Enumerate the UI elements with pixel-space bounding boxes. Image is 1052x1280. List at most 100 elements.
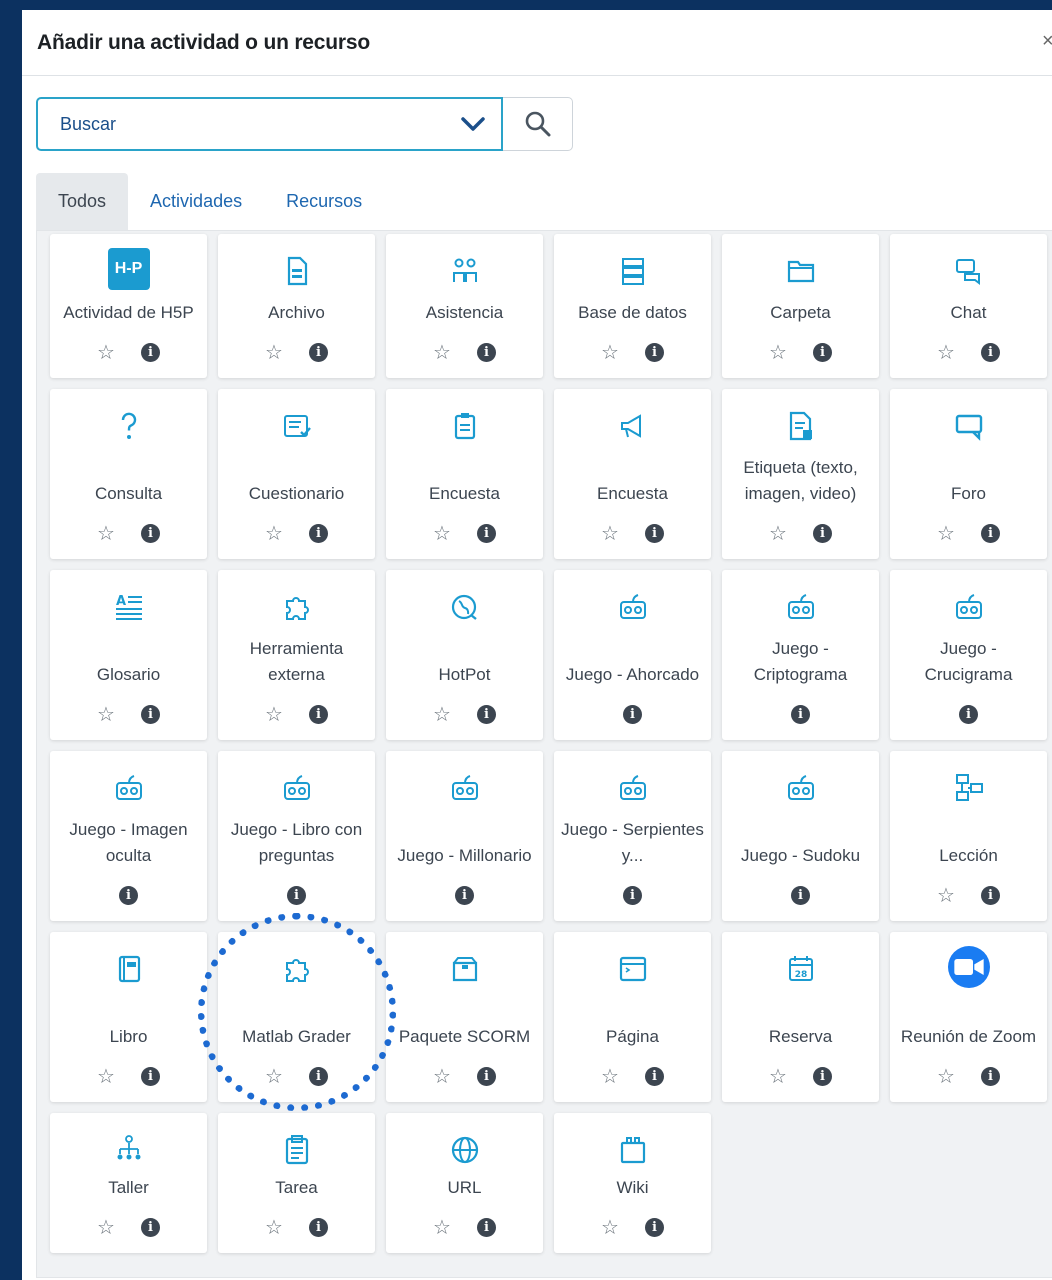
star-icon[interactable]: ☆ bbox=[433, 702, 451, 727]
info-icon[interactable]: i bbox=[140, 342, 160, 362]
info-icon[interactable]: i bbox=[308, 342, 328, 362]
info-icon[interactable]: i bbox=[308, 1217, 328, 1237]
info-icon[interactable]: i bbox=[623, 885, 642, 905]
activity-card[interactable]: Matlab Grader ☆ i bbox=[218, 932, 375, 1102]
star-icon[interactable]: ☆ bbox=[601, 1064, 619, 1089]
activity-card[interactable]: H-P Actividad de H5P ☆ i bbox=[50, 234, 207, 378]
activity-card[interactable]: Chat ☆ i bbox=[890, 234, 1047, 378]
info-icon[interactable]: i bbox=[476, 1066, 496, 1086]
info-icon[interactable]: i bbox=[308, 1066, 328, 1086]
info-icon[interactable]: i bbox=[455, 885, 474, 905]
star-icon[interactable]: ☆ bbox=[601, 1215, 619, 1240]
activity-card[interactable]: Wiki ☆ i bbox=[554, 1113, 711, 1253]
star-icon[interactable]: ☆ bbox=[97, 1064, 115, 1089]
activity-card[interactable]: Juego - Crucigrama i bbox=[890, 570, 1047, 740]
star-icon[interactable]: ☆ bbox=[433, 521, 451, 546]
star-icon[interactable]: ☆ bbox=[937, 883, 955, 908]
star-icon[interactable]: ☆ bbox=[769, 340, 787, 365]
activity-card[interactable]: Juego - Ahorcado i bbox=[554, 570, 711, 740]
chevron-down-icon[interactable] bbox=[460, 114, 486, 134]
star-icon[interactable]: ☆ bbox=[265, 1064, 283, 1089]
star-icon[interactable]: ☆ bbox=[601, 340, 619, 365]
info-icon[interactable]: i bbox=[959, 704, 978, 724]
info-icon[interactable]: i bbox=[644, 1217, 664, 1237]
close-icon[interactable]: × bbox=[1042, 30, 1052, 53]
info-icon[interactable]: i bbox=[791, 704, 810, 724]
info-icon[interactable]: i bbox=[308, 704, 328, 724]
search-button[interactable] bbox=[503, 97, 573, 151]
activity-card[interactable]: URL ☆ i bbox=[386, 1113, 543, 1253]
info-icon[interactable]: i bbox=[980, 885, 1000, 905]
star-icon[interactable]: ☆ bbox=[265, 1215, 283, 1240]
activity-card[interactable]: Paquete SCORM ☆ i bbox=[386, 932, 543, 1102]
star-icon[interactable]: ☆ bbox=[937, 521, 955, 546]
activity-card[interactable]: Reunión de Zoom ☆ i bbox=[890, 932, 1047, 1102]
info-icon[interactable]: i bbox=[476, 523, 496, 543]
info-icon[interactable]: i bbox=[476, 342, 496, 362]
tab-recursos[interactable]: Recursos bbox=[264, 173, 384, 230]
activity-card[interactable]: Cuestionario ☆ i bbox=[218, 389, 375, 559]
activity-card[interactable]: Foro ☆ i bbox=[890, 389, 1047, 559]
info-icon[interactable]: i bbox=[980, 523, 1000, 543]
star-icon[interactable]: ☆ bbox=[265, 340, 283, 365]
activity-card[interactable]: Archivo ☆ i bbox=[218, 234, 375, 378]
star-icon[interactable]: ☆ bbox=[265, 702, 283, 727]
star-icon[interactable]: ☆ bbox=[97, 1215, 115, 1240]
activity-card[interactable]: Juego - Imagen oculta i bbox=[50, 751, 207, 921]
info-icon[interactable]: i bbox=[476, 704, 496, 724]
activity-card[interactable]: Asistencia ☆ i bbox=[386, 234, 543, 378]
activity-card[interactable]: Etiqueta (texto, imagen, video) ☆ i bbox=[722, 389, 879, 559]
activity-card[interactable]: Base de datos ☆ i bbox=[554, 234, 711, 378]
activity-card[interactable]: Juego - Criptograma i bbox=[722, 570, 879, 740]
info-icon[interactable]: i bbox=[119, 885, 138, 905]
star-icon[interactable]: ☆ bbox=[433, 1064, 451, 1089]
star-icon[interactable]: ☆ bbox=[433, 1215, 451, 1240]
activity-card[interactable]: Lección ☆ i bbox=[890, 751, 1047, 921]
activity-card[interactable]: Juego - Millonario i bbox=[386, 751, 543, 921]
info-icon[interactable]: i bbox=[791, 885, 810, 905]
info-icon[interactable]: i bbox=[308, 523, 328, 543]
search-input[interactable]: Buscar bbox=[36, 97, 503, 151]
info-icon[interactable]: i bbox=[644, 1066, 664, 1086]
star-icon[interactable]: ☆ bbox=[937, 1064, 955, 1089]
info-icon[interactable]: i bbox=[140, 1066, 160, 1086]
activity-card[interactable]: Página ☆ i bbox=[554, 932, 711, 1102]
star-icon[interactable]: ☆ bbox=[433, 340, 451, 365]
activity-card[interactable]: Juego - Serpientes y... i bbox=[554, 751, 711, 921]
activity-card[interactable]: Juego - Sudoku i bbox=[722, 751, 879, 921]
info-icon[interactable]: i bbox=[644, 523, 664, 543]
activity-card[interactable]: HotPot ☆ i bbox=[386, 570, 543, 740]
info-icon[interactable]: i bbox=[980, 1066, 1000, 1086]
info-icon[interactable]: i bbox=[980, 342, 1000, 362]
info-icon[interactable]: i bbox=[812, 523, 832, 543]
star-icon[interactable]: ☆ bbox=[265, 521, 283, 546]
activity-card[interactable]: Carpeta ☆ i bbox=[722, 234, 879, 378]
star-icon[interactable]: ☆ bbox=[769, 521, 787, 546]
activity-card[interactable]: Juego - Libro con preguntas i bbox=[218, 751, 375, 921]
activity-card[interactable]: Encuesta ☆ i bbox=[386, 389, 543, 559]
star-icon[interactable]: ☆ bbox=[97, 340, 115, 365]
star-icon[interactable]: ☆ bbox=[937, 340, 955, 365]
info-icon[interactable]: i bbox=[476, 1217, 496, 1237]
info-icon[interactable]: i bbox=[812, 342, 832, 362]
activity-card[interactable]: Taller ☆ i bbox=[50, 1113, 207, 1253]
info-icon[interactable]: i bbox=[644, 342, 664, 362]
info-icon[interactable]: i bbox=[140, 704, 160, 724]
info-icon[interactable]: i bbox=[812, 1066, 832, 1086]
info-icon[interactable]: i bbox=[287, 885, 306, 905]
activity-card[interactable]: Consulta ☆ i bbox=[50, 389, 207, 559]
tab-actividades[interactable]: Actividades bbox=[128, 173, 264, 230]
star-icon[interactable]: ☆ bbox=[769, 1064, 787, 1089]
info-icon[interactable]: i bbox=[140, 523, 160, 543]
activity-card[interactable]: Herramienta externa ☆ i bbox=[218, 570, 375, 740]
activity-card[interactable]: Libro ☆ i bbox=[50, 932, 207, 1102]
star-icon[interactable]: ☆ bbox=[601, 521, 619, 546]
star-icon[interactable]: ☆ bbox=[97, 521, 115, 546]
info-icon[interactable]: i bbox=[140, 1217, 160, 1237]
activity-card[interactable]: 28 Reserva ☆ i bbox=[722, 932, 879, 1102]
star-icon[interactable]: ☆ bbox=[97, 702, 115, 727]
info-icon[interactable]: i bbox=[623, 704, 642, 724]
activity-card[interactable]: Encuesta ☆ i bbox=[554, 389, 711, 559]
activity-card[interactable]: Tarea ☆ i bbox=[218, 1113, 375, 1253]
tab-todos[interactable]: Todos bbox=[36, 173, 129, 230]
